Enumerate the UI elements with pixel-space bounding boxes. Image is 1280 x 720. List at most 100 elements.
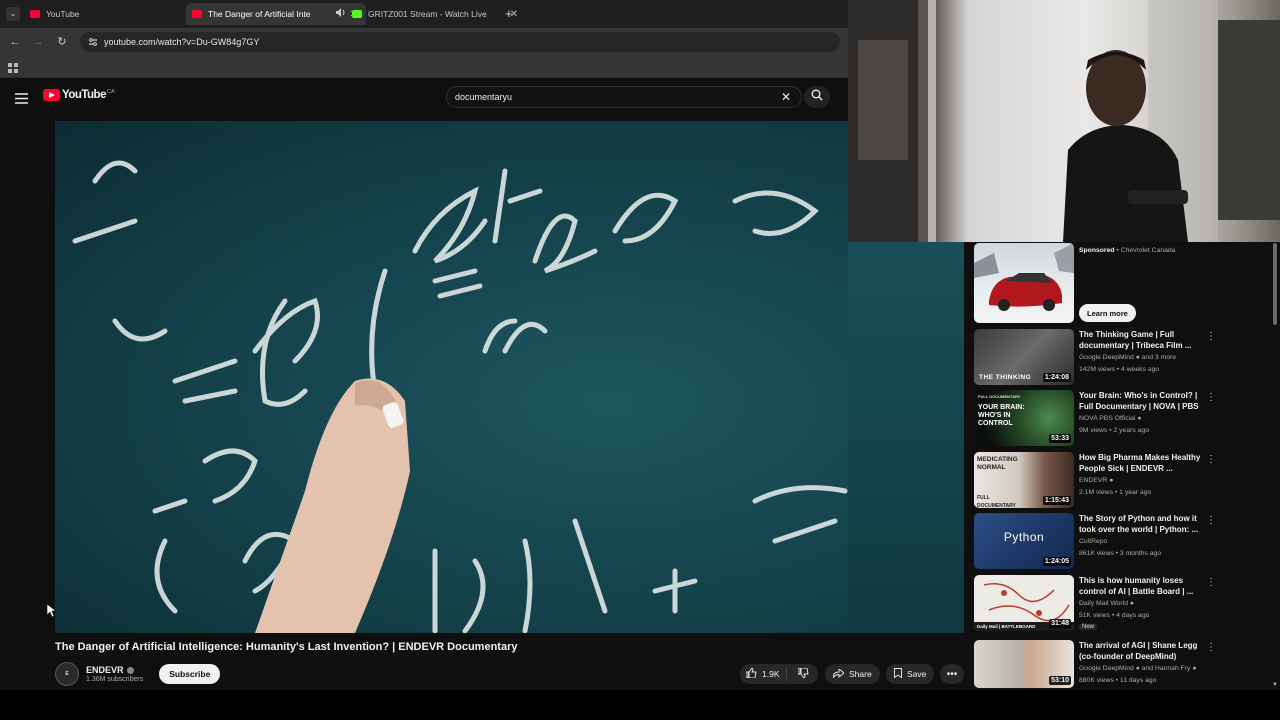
more-vert-icon[interactable]: ⋮ [1206, 515, 1216, 526]
sidebar-scrollbar[interactable]: ▼ [1272, 243, 1278, 688]
reload-icon[interactable]: ↻ [54, 34, 70, 50]
hand-holding-chalk [255, 378, 410, 633]
video-thumbnail: MEDICATING NORMAL FULL DOCUMENTARY 1:15:… [974, 452, 1074, 508]
subscribe-button[interactable]: Subscribe [159, 664, 221, 684]
bookmark-icon [894, 668, 902, 680]
like-count: 1.9K [762, 669, 780, 679]
thumbnail-caption: MEDICATING NORMAL [977, 456, 1018, 471]
chalkboard-frame-image [72, 160, 848, 633]
back-icon[interactable]: ← [7, 34, 23, 50]
youtube-play-logo-icon [43, 89, 60, 101]
verified-icon: ● [1129, 600, 1134, 607]
tab-title: The Danger of Artificial Inte [208, 9, 311, 19]
share-icon [832, 667, 845, 680]
recommendation-title: The Story of Python and how it took over… [1079, 514, 1199, 534]
verified-icon: ● [1135, 665, 1140, 672]
video-player[interactable] [55, 121, 848, 633]
clear-search-icon[interactable]: ✕ [781, 90, 791, 104]
recommendation-channel: NOVA PBS Official [1079, 415, 1136, 422]
video-duration: 53:10 [1049, 676, 1071, 685]
new-tab-button[interactable]: + [505, 6, 513, 21]
tab-title: GRITZ001 Stream - Watch Live [368, 9, 487, 19]
recommendation-channel: Google DeepMind [1079, 665, 1134, 672]
url-field[interactable]: youtube.com/watch?v=Du-GW84g7GY [80, 32, 840, 52]
verified-icon: ● [1192, 665, 1197, 672]
sponsored-ad[interactable]: Sponsored • Chevrolet Canada Learn more [974, 243, 1274, 325]
search-button[interactable] [804, 86, 830, 108]
video-thumbnail: Daily Mail | BATTLEBOARD 31:48 [974, 575, 1074, 631]
forward-icon[interactable]: → [30, 34, 46, 50]
recommendation-title: The arrival of AGI | Shane Legg (co-foun… [1079, 641, 1198, 661]
address-bar-row: ← → ↻ youtube.com/watch?v=Du-GW84g7GY [0, 28, 848, 56]
recommendation-item[interactable]: THE THINKING 1:24:08 The Thinking Game |… [974, 329, 1274, 387]
subscriber-count: 1.36M subscribers [86, 676, 144, 683]
recommendation-channel: Daily Mail World [1079, 600, 1128, 607]
thumbnail-sub: FULL DOCUMENTARY [977, 495, 1016, 508]
channel-avatar[interactable]: E [55, 662, 79, 686]
save-button[interactable]: Save [886, 664, 935, 684]
advertiser-name: Chevrolet Canada [1120, 247, 1176, 254]
thumbnail-caption: YOUR BRAIN: WHO'S IN CONTROL [978, 404, 1025, 427]
recommendation-item[interactable]: Daily Mail | BATTLEBOARD 31:48 This is h… [974, 575, 1274, 633]
mouse-cursor-icon [46, 603, 57, 622]
search-text: documentaryu [455, 92, 513, 102]
ad-thumbnail [974, 243, 1074, 323]
video-duration: 1:15:43 [1042, 496, 1071, 505]
more-vert-icon[interactable]: ⋮ [1206, 642, 1216, 653]
scroll-down-icon[interactable]: ▼ [1272, 682, 1278, 688]
channel-name[interactable]: ENDEVR [86, 665, 124, 675]
webcam-overlay [848, 0, 1280, 242]
video-player-overflow [848, 240, 964, 633]
recommendation-item[interactable]: FULL DOCUMENTARY YOUR BRAIN: WHO'S IN CO… [974, 390, 1274, 448]
new-badge: New [1079, 624, 1098, 630]
more-vert-icon[interactable]: ⋮ [1206, 331, 1216, 342]
recommendation-item[interactable]: MEDICATING NORMAL FULL DOCUMENTARY 1:15:… [974, 452, 1274, 510]
webcam-image [848, 0, 1280, 242]
tab-video[interactable]: The Danger of Artificial Inte ✕ [186, 3, 366, 25]
hamburger-menu-icon[interactable] [15, 91, 28, 109]
share-button[interactable]: Share [825, 664, 880, 684]
recommendation-channel: Google DeepMind [1079, 354, 1134, 361]
tab-search-icon[interactable]: ⌄ [6, 7, 20, 21]
recommendation-meta: 2.1M views • 1 year ago [1079, 489, 1152, 496]
share-label: Share [849, 669, 872, 679]
like-button[interactable]: 1.9K [740, 667, 787, 681]
search-input[interactable]: documentaryu ✕ [446, 86, 802, 108]
tab-kick-stream[interactable]: GRITZ001 Stream - Watch Live ✕ [346, 3, 526, 25]
video-thumbnail: 53:10 [974, 640, 1074, 688]
learn-more-button[interactable]: Learn more [1079, 304, 1136, 322]
video-thumbnail: THE THINKING 1:24:08 [974, 329, 1074, 385]
like-dislike-group: 1.9K [740, 664, 818, 684]
more-vert-icon[interactable]: ⋮ [1206, 392, 1216, 403]
recommendation-item[interactable]: Python 1:24:05 The Story of Python and h… [974, 513, 1274, 571]
site-info-icon[interactable] [88, 37, 98, 49]
more-actions-button[interactable]: ••• [940, 664, 964, 684]
search-icon [811, 88, 823, 106]
verified-icon [126, 666, 134, 674]
url-text: youtube.com/watch?v=Du-GW84g7GY [104, 37, 260, 47]
youtube-header: YouTube CA documentaryu ✕ [0, 78, 848, 118]
youtube-favicon-icon [192, 10, 202, 18]
thumbs-up-icon [745, 667, 757, 680]
browser-tab-strip: ⌄ YouTube ✕ The Danger of Artificial Int… [0, 0, 848, 28]
recommendation-title: The Thinking Game | Full documentary | T… [1079, 330, 1192, 350]
logo-text: YouTube [62, 89, 106, 101]
youtube-logo[interactable]: YouTube CA [43, 89, 115, 101]
youtube-favicon-icon [30, 10, 40, 18]
more-vert-icon[interactable]: ⋮ [1206, 577, 1216, 588]
recommendation-item[interactable]: 53:10 The arrival of AGI | Shane Legg (c… [974, 640, 1274, 688]
channel-extra: and Hannah Fry [1141, 665, 1191, 672]
recommendation-title: This is how humanity loses control of AI… [1079, 576, 1194, 596]
dislike-button[interactable] [792, 667, 815, 680]
bookmarks-bar [0, 56, 848, 78]
video-duration: 31:48 [1049, 619, 1071, 628]
verified-icon: ● [1109, 477, 1114, 484]
scrollbar-thumb[interactable] [1273, 243, 1277, 325]
tab-youtube[interactable]: YouTube ✕ [24, 3, 204, 25]
more-vert-icon[interactable]: ⋮ [1206, 454, 1216, 465]
channel-extra: and 3 more [1141, 354, 1177, 361]
tab-title: YouTube [46, 9, 80, 19]
kick-favicon-icon [352, 10, 362, 18]
apps-grid-icon[interactable] [8, 61, 19, 79]
video-title: The Danger of Artificial Intelligence: H… [55, 641, 518, 653]
